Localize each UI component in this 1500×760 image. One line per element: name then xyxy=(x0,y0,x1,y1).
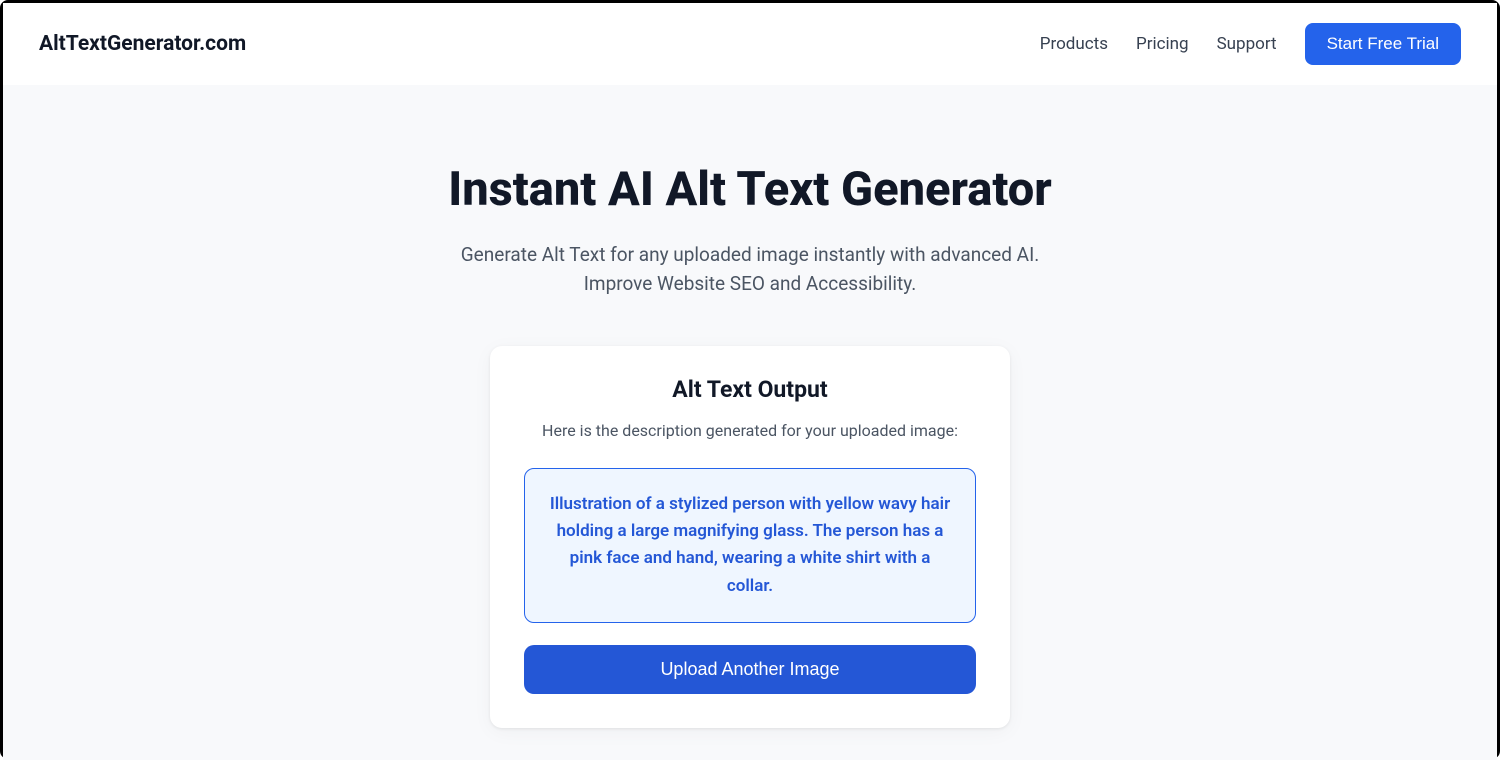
hero-subtitle: Generate Alt Text for any uploaded image… xyxy=(430,241,1070,298)
alt-text-output-box: Illustration of a stylized person with y… xyxy=(524,468,976,623)
nav-link-pricing[interactable]: Pricing xyxy=(1136,34,1189,54)
nav-link-support[interactable]: Support xyxy=(1217,34,1277,54)
card-title: Alt Text Output xyxy=(524,376,976,403)
start-free-trial-button[interactable]: Start Free Trial xyxy=(1305,23,1461,65)
upload-another-image-button[interactable]: Upload Another Image xyxy=(524,645,976,694)
output-card: Alt Text Output Here is the description … xyxy=(490,346,1010,728)
alt-text-output: Illustration of a stylized person with y… xyxy=(549,491,951,600)
hero-title: Instant AI Alt Text Generator xyxy=(370,163,1130,217)
nav: Products Pricing Support Start Free Tria… xyxy=(1040,23,1461,65)
logo[interactable]: AltTextGenerator.com xyxy=(39,32,246,56)
main-content: Instant AI Alt Text Generator Generate A… xyxy=(3,85,1497,760)
card-subtitle: Here is the description generated for yo… xyxy=(524,421,976,440)
nav-link-products[interactable]: Products xyxy=(1040,34,1108,54)
header: AltTextGenerator.com Products Pricing Su… xyxy=(3,3,1497,85)
